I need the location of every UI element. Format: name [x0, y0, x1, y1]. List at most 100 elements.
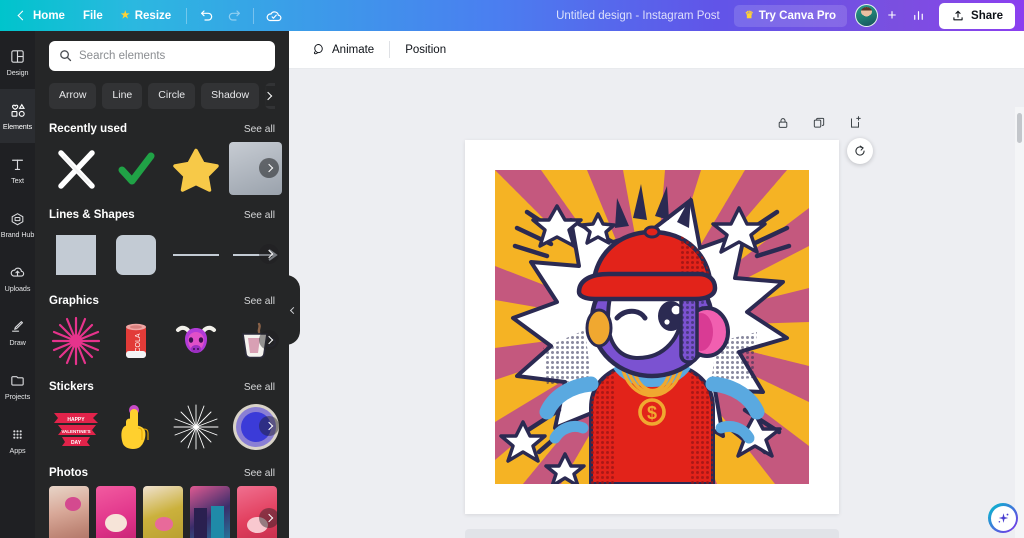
page-action-icons: [774, 114, 864, 132]
row-recently-used: [49, 142, 275, 195]
element-pink-sunburst[interactable]: [49, 314, 102, 367]
row-next-lines-shapes[interactable]: [259, 244, 279, 264]
element-rounded-square[interactable]: [109, 228, 162, 281]
pink-sunburst-icon: [51, 316, 101, 366]
section-title-lines-shapes: Lines & Shapes: [49, 209, 135, 221]
canvas-scrollbar[interactable]: [1015, 107, 1024, 538]
purple-bull-head-icon: [171, 316, 221, 366]
sidebar-item-uploads[interactable]: Uploads: [0, 251, 35, 305]
element-yellow-star[interactable]: [169, 142, 222, 195]
design-page[interactable]: $: [465, 140, 839, 514]
panel-collapse-handle[interactable]: [286, 275, 300, 345]
see-all-recently-used[interactable]: See all: [244, 124, 275, 135]
canva-editor: Home File ★ Resize: [0, 0, 1024, 538]
top-bar-left: Home File ★ Resize: [0, 0, 287, 31]
sidebar-item-brand-hub[interactable]: Brand Hub: [0, 197, 35, 251]
photo-two-women[interactable]: [190, 486, 230, 538]
section-header-photos: Photos See all: [49, 467, 275, 479]
search-input[interactable]: [49, 41, 275, 71]
yellow-star-icon: [172, 145, 220, 193]
section-title-recently-used: Recently used: [49, 123, 127, 135]
redo-button[interactable]: [220, 2, 247, 29]
element-square[interactable]: [49, 228, 102, 281]
file-menu-button[interactable]: File: [74, 5, 112, 27]
duplicate-page-button[interactable]: [810, 114, 828, 132]
chip-arrow[interactable]: Arrow: [49, 83, 96, 109]
person-right: [211, 506, 225, 538]
home-button[interactable]: Home: [10, 5, 74, 27]
row-next-graphics[interactable]: [259, 330, 279, 350]
elements-icon: [9, 102, 27, 119]
redo-icon: [226, 8, 242, 24]
section-title-photos: Photos: [49, 467, 88, 479]
chip-circle[interactable]: Circle: [148, 83, 195, 109]
position-button[interactable]: Position: [395, 38, 456, 62]
element-bull-head[interactable]: [169, 314, 222, 367]
section-title-stickers: Stickers: [49, 381, 94, 393]
add-page-button[interactable]: + Add page: [465, 529, 839, 538]
apps-icon: [9, 426, 26, 443]
duplicate-page-icon: [812, 116, 826, 130]
chips-scroll-right-button[interactable]: [259, 86, 275, 106]
element-white-starburst[interactable]: [169, 400, 222, 453]
user-avatar[interactable]: [855, 4, 878, 27]
sidebar-label-uploads: Uploads: [5, 284, 31, 293]
element-cola-can[interactable]: COLA: [109, 314, 162, 367]
row-photos: [49, 486, 275, 538]
animate-button[interactable]: Animate: [301, 36, 384, 63]
crown-icon: ★: [121, 10, 130, 21]
sidebar-label-elements: Elements: [3, 122, 32, 131]
try-canva-pro-button[interactable]: ♛ Try Canva Pro: [734, 5, 847, 27]
document-title[interactable]: Untitled design - Instagram Post: [544, 10, 732, 22]
svg-text:VALENTINE'S: VALENTINE'S: [61, 429, 90, 434]
row-next-recently-used[interactable]: [259, 158, 279, 178]
chip-line[interactable]: Line: [102, 83, 142, 109]
see-all-stickers[interactable]: See all: [244, 382, 275, 393]
add-page-icon-button[interactable]: [846, 114, 864, 132]
sidebar-item-text[interactable]: Text: [0, 143, 35, 197]
see-all-photos[interactable]: See all: [244, 468, 275, 479]
sidebar-item-elements[interactable]: Elements: [0, 89, 35, 143]
insights-button[interactable]: [905, 2, 932, 29]
person-left: [194, 508, 207, 538]
cloud-save-button[interactable]: [260, 2, 287, 29]
uploads-icon: [9, 264, 26, 281]
share-button[interactable]: Share: [939, 3, 1015, 29]
magic-studio-button[interactable]: [988, 503, 1018, 533]
element-green-check[interactable]: [109, 142, 162, 195]
svg-text:$: $: [647, 403, 657, 423]
invite-members-button[interactable]: +: [881, 5, 903, 27]
see-all-graphics[interactable]: See all: [244, 296, 275, 307]
element-valentines-banner[interactable]: HAPPY VALENTINE'S DAY: [49, 400, 102, 453]
lock-button[interactable]: [774, 114, 792, 132]
photo-woman-pink-flower[interactable]: [49, 486, 89, 538]
photo-pink-outfit-cake[interactable]: [96, 486, 136, 538]
canvas-scroll-area[interactable]: $: [289, 69, 1024, 538]
svg-text:DAY: DAY: [70, 440, 81, 446]
cake-detail: [105, 514, 127, 533]
yellow-pointing-hand-icon: [113, 402, 159, 452]
row-next-stickers[interactable]: [259, 416, 279, 436]
sidebar-item-projects[interactable]: Projects: [0, 359, 35, 413]
resize-button[interactable]: ★ Resize: [112, 5, 180, 27]
sidebar-item-apps[interactable]: Apps: [0, 413, 35, 467]
sidebar-item-draw[interactable]: Draw: [0, 305, 35, 359]
element-x-cross[interactable]: [49, 142, 102, 195]
scrollbar-thumb[interactable]: [1017, 113, 1022, 143]
undo-button[interactable]: [193, 2, 220, 29]
pop-art-character-artwork[interactable]: $: [495, 170, 809, 484]
pop-art-svg: $: [495, 170, 809, 484]
sidebar-item-design[interactable]: Design: [0, 35, 35, 89]
element-line[interactable]: [169, 228, 222, 281]
plus-label: +: [888, 7, 897, 24]
toolbar-divider-2: [253, 8, 254, 24]
magic-sparkle-icon: [996, 511, 1011, 526]
element-pointing-hand[interactable]: [109, 400, 162, 453]
see-all-lines-shapes[interactable]: See all: [244, 210, 275, 221]
row-next-photos[interactable]: [259, 508, 279, 528]
chip-shadow[interactable]: Shadow: [201, 83, 259, 109]
sidebar-label-text: Text: [11, 176, 24, 185]
refresh-button[interactable]: [847, 138, 873, 164]
photo-yellow-outfit[interactable]: [143, 486, 183, 538]
sidebar-label-projects: Projects: [5, 392, 30, 401]
